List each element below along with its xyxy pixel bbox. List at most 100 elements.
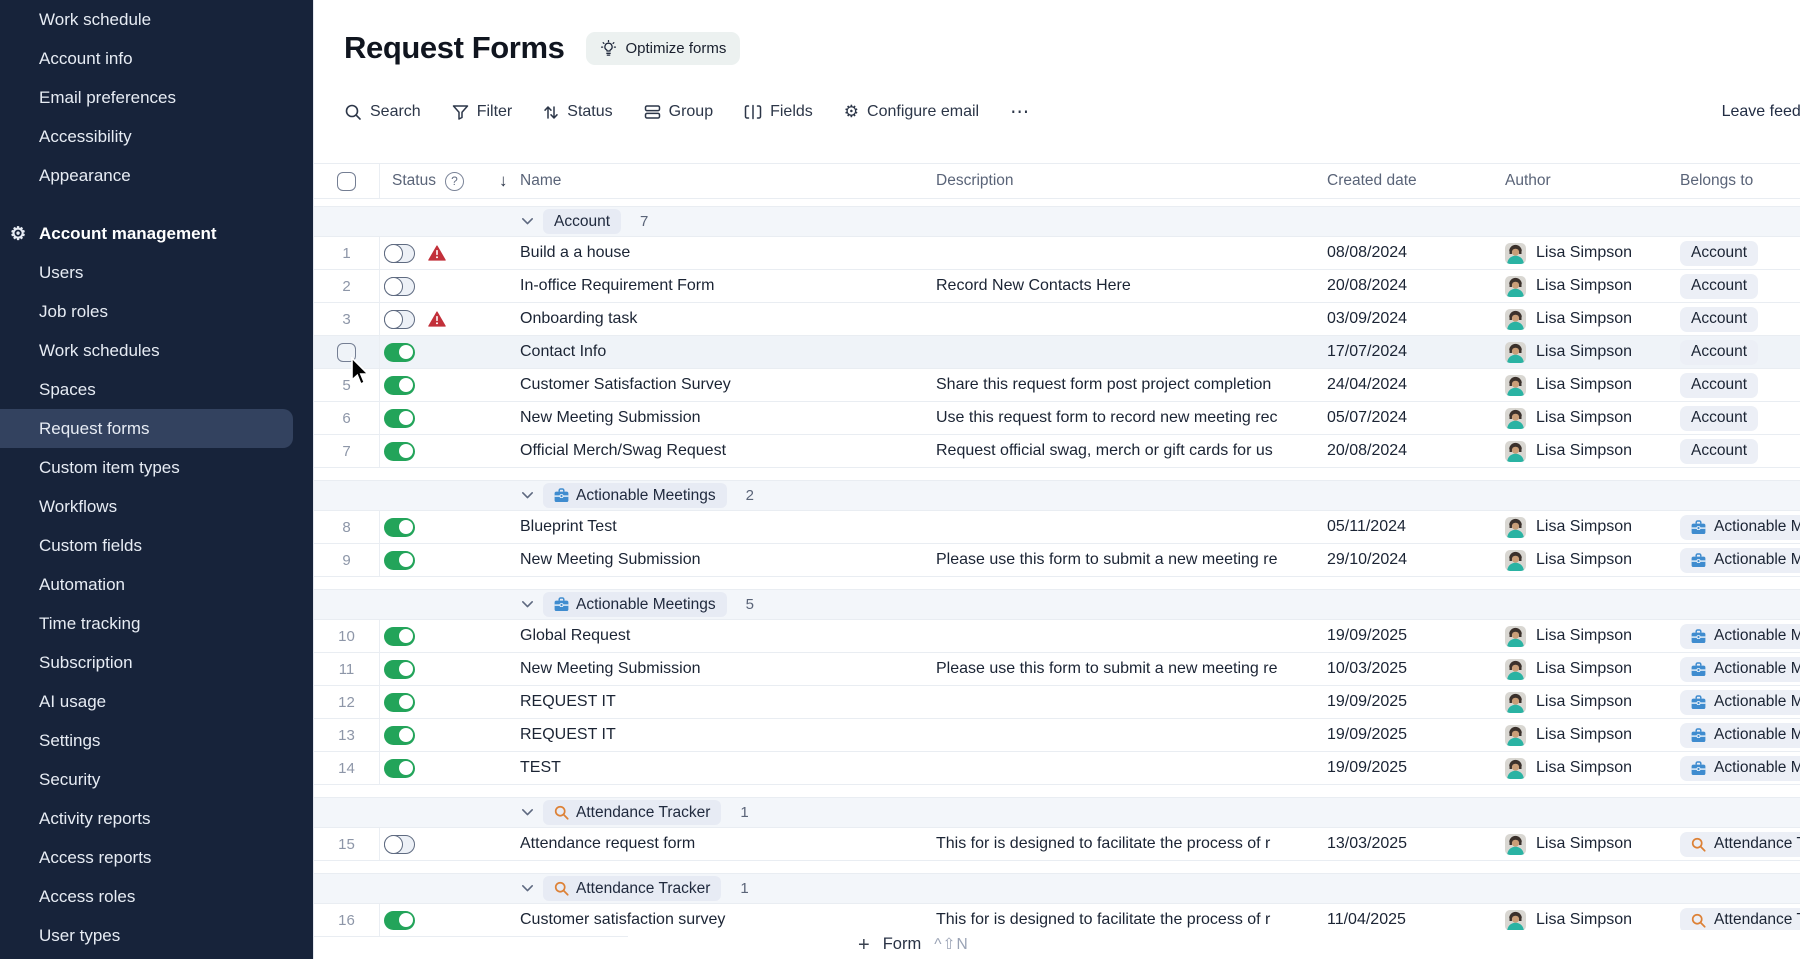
configure-email-button[interactable]: ⚙Configure email bbox=[844, 103, 979, 121]
group-header-row[interactable]: Attendance Tracker1 bbox=[314, 797, 1800, 828]
status-toggle[interactable] bbox=[384, 911, 415, 930]
status-toggle[interactable] bbox=[384, 551, 415, 570]
optimize-forms-button[interactable]: Optimize forms bbox=[586, 32, 740, 65]
group-header-row[interactable]: Actionable Meetings5 bbox=[314, 589, 1800, 620]
group-chip[interactable]: Attendance Tracker bbox=[543, 876, 721, 901]
more-button[interactable]: ⋯ bbox=[1010, 101, 1030, 124]
sort-descending-icon[interactable]: ↓ bbox=[499, 171, 508, 191]
sidebar-item-work-schedule[interactable]: Work schedule bbox=[0, 0, 313, 39]
sidebar-item-activity-reports[interactable]: Activity reports bbox=[0, 799, 313, 838]
belongs-chip[interactable]: Actionable Meetings bbox=[1680, 657, 1800, 682]
group-header-row[interactable]: Actionable Meetings2 bbox=[314, 480, 1800, 511]
sidebar-item-accessibility[interactable]: Accessibility bbox=[0, 117, 313, 156]
sidebar-item-work-schedules[interactable]: Work schedules bbox=[0, 331, 313, 370]
table-row[interactable]: 14TEST19/09/2025Lisa SimpsonActionable M… bbox=[314, 752, 1800, 785]
status-button[interactable]: Status bbox=[543, 103, 612, 121]
belongs-chip[interactable]: Attendance Tracker bbox=[1680, 832, 1800, 857]
table-row[interactable]: 13REQUEST IT19/09/2025Lisa SimpsonAction… bbox=[314, 719, 1800, 752]
select-all-checkbox[interactable] bbox=[337, 172, 356, 191]
fields-button[interactable]: Fields bbox=[744, 103, 813, 121]
sidebar-item-settings[interactable]: Settings bbox=[0, 721, 313, 760]
status-toggle[interactable] bbox=[384, 693, 415, 712]
status-toggle[interactable] bbox=[384, 244, 415, 263]
table-row[interactable]: 10Global Request19/09/2025Lisa SimpsonAc… bbox=[314, 620, 1800, 653]
belongs-chip[interactable]: Account bbox=[1680, 439, 1758, 464]
sidebar-item-request-forms[interactable]: Request forms bbox=[0, 409, 293, 448]
column-header-author[interactable]: Author bbox=[1497, 164, 1672, 198]
sidebar-item-workflows[interactable]: Workflows bbox=[0, 487, 313, 526]
sidebar-item-access-reports[interactable]: Access reports bbox=[0, 838, 313, 877]
table-row[interactable]: 6New Meeting SubmissionUse this request … bbox=[314, 402, 1800, 435]
sidebar-item-security[interactable]: Security bbox=[0, 760, 313, 799]
belongs-chip[interactable]: Account bbox=[1680, 373, 1758, 398]
status-toggle[interactable] bbox=[384, 660, 415, 679]
status-toggle[interactable] bbox=[384, 627, 415, 646]
sidebar-item-ai-usage[interactable]: AI usage bbox=[0, 682, 313, 721]
sidebar-item-custom-fields[interactable]: Custom fields bbox=[0, 526, 313, 565]
belongs-chip[interactable]: Attendance Tracker bbox=[1680, 908, 1800, 933]
group-chip[interactable]: Actionable Meetings bbox=[543, 592, 727, 617]
belongs-chip[interactable]: Actionable Meetings bbox=[1680, 756, 1800, 781]
sidebar-item-users[interactable]: Users bbox=[0, 253, 313, 292]
sidebar-item-custom-item-types[interactable]: Custom item types bbox=[0, 448, 313, 487]
belongs-chip[interactable]: Account bbox=[1680, 340, 1758, 365]
group-button[interactable]: Group bbox=[644, 103, 713, 121]
sidebar-item-appearance[interactable]: Appearance bbox=[0, 156, 313, 195]
column-header-status[interactable]: Status ? ↓ bbox=[380, 164, 518, 198]
group-chip[interactable]: Actionable Meetings bbox=[543, 483, 727, 508]
sidebar-item-email-preferences[interactable]: Email preferences bbox=[0, 78, 313, 117]
sidebar-item-spaces[interactable]: Spaces bbox=[0, 370, 313, 409]
column-header-description[interactable]: Description bbox=[932, 164, 1317, 198]
table-row[interactable]: 5Customer Satisfaction SurveyShare this … bbox=[314, 369, 1800, 402]
table-row[interactable]: 11New Meeting SubmissionPlease use this … bbox=[314, 653, 1800, 686]
table-row[interactable]: 12REQUEST IT19/09/2025Lisa SimpsonAction… bbox=[314, 686, 1800, 719]
search-button[interactable]: Search bbox=[344, 103, 421, 121]
table-row[interactable]: 3Onboarding task03/09/2024Lisa SimpsonAc… bbox=[314, 303, 1800, 336]
status-toggle[interactable] bbox=[384, 343, 415, 362]
table-row[interactable]: 2In-office Requirement FormRecord New Co… bbox=[314, 270, 1800, 303]
group-header-row[interactable]: Account7 bbox=[314, 206, 1800, 237]
chevron-down-icon[interactable] bbox=[521, 884, 534, 893]
status-toggle[interactable] bbox=[384, 518, 415, 537]
sidebar-item-time-tracking[interactable]: Time tracking bbox=[0, 604, 313, 643]
table-row[interactable]: Contact Info17/07/2024Lisa SimpsonAccoun… bbox=[314, 336, 1800, 369]
sidebar-item-subscription[interactable]: Subscription bbox=[0, 643, 313, 682]
belongs-chip[interactable]: Actionable Meetings bbox=[1680, 515, 1800, 540]
group-header-row[interactable]: Attendance Tracker1 bbox=[314, 873, 1800, 904]
belongs-chip[interactable]: Actionable Meetings bbox=[1680, 624, 1800, 649]
group-chip[interactable]: Attendance Tracker bbox=[543, 800, 721, 825]
table-row[interactable]: 8Blueprint Test05/11/2024Lisa SimpsonAct… bbox=[314, 511, 1800, 544]
column-header-belongs-to[interactable]: Belongs to bbox=[1672, 164, 1800, 198]
column-header-name[interactable]: Name bbox=[518, 164, 932, 198]
belongs-chip[interactable]: Account bbox=[1680, 241, 1758, 266]
belongs-chip[interactable]: Actionable Meetings bbox=[1680, 723, 1800, 748]
plus-icon[interactable]: + bbox=[858, 935, 870, 955]
column-header-created-date[interactable]: Created date bbox=[1317, 164, 1497, 198]
status-toggle[interactable] bbox=[384, 726, 415, 745]
status-toggle[interactable] bbox=[384, 442, 415, 461]
table-row[interactable]: 9New Meeting SubmissionPlease use this f… bbox=[314, 544, 1800, 577]
add-form-bar[interactable]: + Form ^⇧N bbox=[628, 930, 1800, 959]
sidebar-item-access-roles[interactable]: Access roles bbox=[0, 877, 313, 916]
status-toggle[interactable] bbox=[384, 277, 415, 296]
leave-feedback-link[interactable]: Leave feedback bbox=[1722, 103, 1800, 121]
status-toggle[interactable] bbox=[384, 835, 415, 854]
chevron-down-icon[interactable] bbox=[521, 491, 534, 500]
sidebar-item-user-types[interactable]: User types bbox=[0, 916, 313, 955]
belongs-chip[interactable]: Account bbox=[1680, 406, 1758, 431]
belongs-chip[interactable]: Actionable Meetings bbox=[1680, 690, 1800, 715]
status-toggle[interactable] bbox=[384, 759, 415, 778]
sidebar-item-automation[interactable]: Automation bbox=[0, 565, 313, 604]
chevron-down-icon[interactable] bbox=[521, 600, 534, 609]
belongs-chip[interactable]: Actionable Meetings bbox=[1680, 548, 1800, 573]
sidebar-item-account-info[interactable]: Account info bbox=[0, 39, 313, 78]
chevron-down-icon[interactable] bbox=[521, 808, 534, 817]
status-toggle[interactable] bbox=[384, 376, 415, 395]
belongs-chip[interactable]: Account bbox=[1680, 274, 1758, 299]
help-icon[interactable]: ? bbox=[445, 172, 464, 191]
sidebar-section-account-management[interactable]: ⚙Account management bbox=[0, 214, 313, 253]
table-row[interactable]: 1Build a a house08/08/2024Lisa SimpsonAc… bbox=[314, 237, 1800, 270]
chevron-down-icon[interactable] bbox=[521, 217, 534, 226]
sidebar-item-job-roles[interactable]: Job roles bbox=[0, 292, 313, 331]
belongs-chip[interactable]: Account bbox=[1680, 307, 1758, 332]
